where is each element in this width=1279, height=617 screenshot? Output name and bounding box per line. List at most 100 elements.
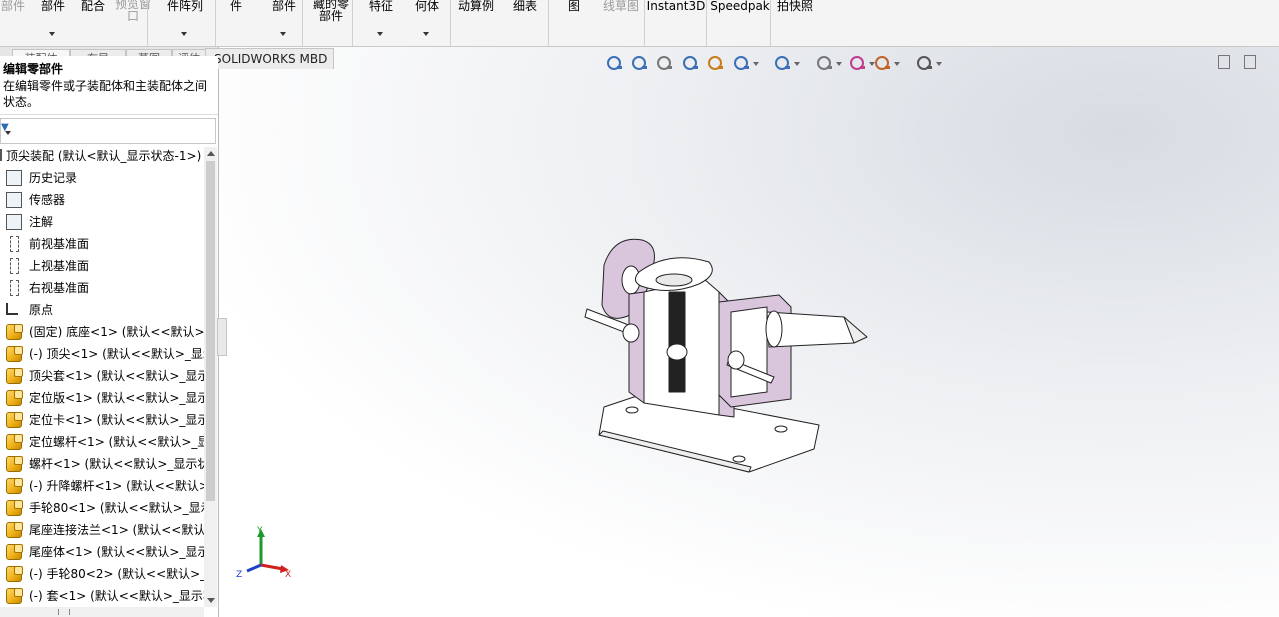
triad-z-label: Z <box>236 570 242 580</box>
ribbon-button-label: 爆炸直 线草图 <box>602 0 639 13</box>
graphics-area[interactable]: Y X Z <box>219 47 1279 617</box>
ribbon-mate-button[interactable]: 配合 <box>78 0 108 46</box>
chevron-down-icon[interactable] <box>280 32 286 36</box>
tree-item-label: 前视基准面 <box>29 237 90 251</box>
tree-item[interactable]: 定位螺杆<1> (默认<<默认>_显 <box>0 431 204 453</box>
scroll-up-icon[interactable] <box>207 151 215 156</box>
ribbon-smart-fasteners-button[interactable]: 智能扣 件 <box>216 0 256 46</box>
tree-item[interactable]: 定位卡<1> (默认<<默认>_显示 <box>0 409 204 431</box>
chevron-down-icon[interactable] <box>5 131 11 135</box>
ribbon-button-label: 插入零 部件 <box>40 0 65 13</box>
ribbon-show-hidden-button[interactable]: 显示隐 藏的零 部件 <box>308 0 354 46</box>
assembly-model[interactable] <box>219 47 1279 617</box>
panel-collapse-handle[interactable] <box>217 318 227 356</box>
chevron-down-icon[interactable] <box>423 32 429 36</box>
ribbon-bom-button[interactable]: 材料明 细表 <box>502 0 548 46</box>
scroll-thumb[interactable] <box>206 161 215 501</box>
tree-item[interactable]: 注解 <box>0 211 204 233</box>
tree-item-label: 右视基准面 <box>29 281 90 295</box>
ribbon-separator <box>644 0 645 46</box>
tree-item[interactable]: 尾座体<1> (默认<<默认>_显示 <box>0 541 204 563</box>
tree-item[interactable]: (-) 升降螺杆<1> (默认<<默认> <box>0 475 204 497</box>
ribbon-assembly-features-button[interactable]: 装配体 特征 <box>356 0 406 46</box>
tree-item-label: 尾座连接法兰<1> (默认<<默认 <box>29 523 204 537</box>
tree-root-assembly[interactable]: 顶尖装配 (默认<默认_显示状态-1>) <box>0 145 204 167</box>
ribbon-separator <box>706 0 707 46</box>
plane-icon <box>10 258 19 274</box>
ribbon-separator <box>352 0 353 46</box>
part-icon <box>6 412 23 428</box>
part-icon <box>6 368 23 384</box>
tree-item-label: 注解 <box>29 215 54 229</box>
tree-item[interactable]: (-) 顶尖<1> (默认<<默认>_显示 <box>0 343 204 365</box>
tree-item[interactable]: 原点 <box>0 299 204 321</box>
coordinate-triad: Y X Z <box>236 526 291 580</box>
tree-item[interactable]: 尾座连接法兰<1> (默认<<默认 <box>0 519 204 541</box>
ribbon-button-label: 参考几 何体 <box>414 0 439 13</box>
ribbon-button-label: 拍快照 <box>776 0 813 13</box>
tree-item[interactable]: (-) 手轮80<2> (默认<<默认>_显 <box>0 563 204 585</box>
part-icon <box>6 346 23 362</box>
ribbon-move-component-button[interactable]: 移动零 部件 <box>262 0 306 46</box>
tree-filter[interactable]: ▼ <box>0 118 216 144</box>
tree-item-label: (-) 顶尖<1> (默认<<默认>_显示 <box>29 347 204 361</box>
tree-item[interactable]: 传感器 <box>0 189 204 211</box>
ribbon-button-label: 更新 Speedpak <box>710 0 770 13</box>
tree-item[interactable]: (-) 套<1> (默认<<默认>_显示状 <box>0 585 204 605</box>
chevron-down-icon[interactable] <box>181 32 187 36</box>
tree-item[interactable]: 前视基准面 <box>0 233 204 255</box>
part-icon <box>6 456 23 472</box>
origin-icon <box>6 303 18 315</box>
tree-item-label: 顶尖套<1> (默认<<默认>_显示 <box>29 369 204 383</box>
expand-icon[interactable] <box>0 149 2 161</box>
tree-item-label: (-) 升降螺杆<1> (默认<<默认> <box>29 479 204 493</box>
ribbon-linear-pattern-button[interactable]: 线性零部 件阵列 <box>156 0 214 46</box>
ribbon-exploded-view-button[interactable]: 爆炸视 图 <box>550 0 598 46</box>
tree-item-label: 原点 <box>29 303 54 317</box>
tree-vertical-scrollbar[interactable] <box>204 147 217 607</box>
tree-item-label: (-) 手轮80<2> (默认<<默认>_显 <box>29 567 204 581</box>
tree-item-label: 上视基准面 <box>29 259 90 273</box>
ribbon-instant3d-button[interactable]: Instant3D <box>646 0 706 46</box>
ribbon-insert-component-button[interactable]: 插入零 部件 <box>28 0 78 46</box>
sensor-icon <box>6 192 22 208</box>
ribbon-snapshot-button[interactable]: 拍快照 <box>772 0 818 46</box>
tree-item[interactable]: 上视基准面 <box>0 255 204 277</box>
ribbon-separator <box>147 0 148 46</box>
part-icon <box>6 544 23 560</box>
ribbon-explode-line-button[interactable]: 爆炸直 线草图 <box>598 0 644 46</box>
tree-item[interactable]: (固定) 底座<1> (默认<<默认>_ <box>0 321 204 343</box>
tree-item[interactable]: 右视基准面 <box>0 277 204 299</box>
chevron-down-icon[interactable] <box>377 32 383 36</box>
tree-item-label: (固定) 底座<1> (默认<<默认>_ <box>29 325 204 339</box>
ribbon-new-motion-study-button[interactable]: 新建运 动算例 <box>452 0 500 46</box>
tree-horizontal-scrollbar[interactable] <box>0 607 204 617</box>
annotation-icon <box>6 214 22 230</box>
tooltip-description: 在编辑零件或子装配体和主装配体之间状态。 <box>3 79 208 109</box>
lift-screw <box>668 291 686 393</box>
triad-y-label: Y <box>256 526 263 536</box>
part-icon <box>6 500 23 516</box>
tree-item[interactable]: 历史记录 <box>0 167 204 189</box>
chevron-down-icon[interactable] <box>49 32 55 36</box>
ribbon-button-label: Instant3D <box>646 0 706 13</box>
part-icon <box>6 324 23 340</box>
scroll-down-icon[interactable] <box>207 598 215 603</box>
tooltip-edit-component: 编辑零部件 在编辑零件或子装配体和主装配体之间状态。 <box>0 56 218 115</box>
tree-item[interactable]: 螺杆<1> (默认<<默认>_显示状 <box>0 453 204 475</box>
tree-item[interactable]: 定位版<1> (默认<<默认>_显示 <box>0 387 204 409</box>
tree-item-label: 历史记录 <box>29 171 78 185</box>
tree-item[interactable]: 顶尖套<1> (默认<<默认>_显示 <box>0 365 204 387</box>
feature-manager-tree: 顶尖装配 (默认<默认_显示状态-1>) 历史记录传感器注解前视基准面上视基准面… <box>0 145 204 605</box>
ribbon-component-preview-button[interactable]: 零部件 预览窗 口 <box>110 0 156 46</box>
tooltip-title: 编辑零部件 <box>3 62 64 76</box>
scroll-grip[interactable] <box>58 609 70 615</box>
tab-solidworks-mbd[interactable]: SOLIDWORKS MBD <box>205 48 335 69</box>
ribbon-reference-geometry-button[interactable]: 参考几 何体 <box>406 0 448 46</box>
part-icon <box>6 390 23 406</box>
part-icon <box>6 434 23 450</box>
ribbon-button-label: 配合 <box>80 0 105 13</box>
tree-item[interactable]: 手轮80<1> (默认<<默认>_显示 <box>0 497 204 519</box>
ribbon-update-speedpak-button[interactable]: 更新 Speedpak <box>710 0 770 46</box>
ribbon-separator <box>770 0 771 46</box>
